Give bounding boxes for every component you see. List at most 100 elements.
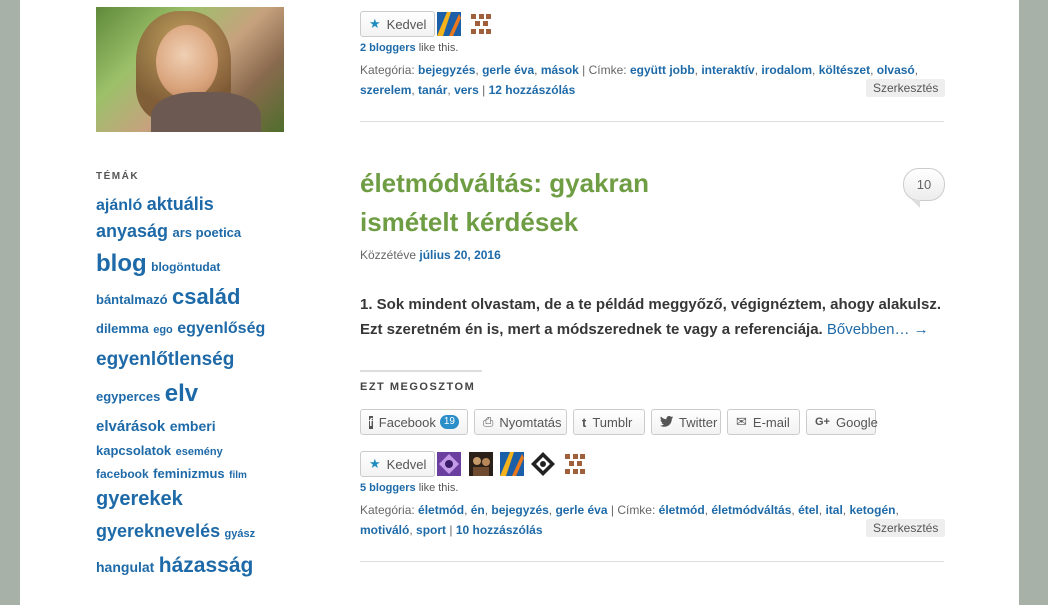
tag-link[interactable]: tanár (418, 83, 447, 97)
share-twitter-button[interactable]: Twitter (651, 409, 721, 435)
category-link[interactable]: gerle éva (555, 503, 607, 517)
tag-link[interactable]: vers (454, 83, 479, 97)
tag-cloud-line: ajánló aktuális (96, 192, 296, 216)
comments-link[interactable]: 12 hozzászólás (489, 83, 576, 97)
blogger-avatar[interactable] (469, 452, 493, 476)
tag-cloud-link[interactable]: egyperces (96, 389, 160, 404)
tag-cloud-link[interactable]: esemény (176, 446, 223, 458)
comment-count-bubble[interactable]: 10 (903, 168, 945, 208)
tag-cloud-link[interactable]: egyenlőtlenség (96, 349, 234, 370)
post-date: Közzétéve július 20, 2016 (360, 248, 501, 262)
tag-cloud-line: gyereknevelés gyász (96, 514, 296, 549)
tag-link[interactable]: olvasó (877, 63, 915, 77)
tumblr-icon: t (582, 414, 587, 430)
share-google-button[interactable]: G+ Google (806, 409, 878, 435)
tag-cloud-link[interactable]: gyász (225, 528, 256, 540)
tag-cloud-line: dilemma ego egyenlőség (96, 313, 296, 344)
tag-cloud-link[interactable]: dilemma (96, 321, 149, 336)
tag-cloud-link[interactable]: hangulat (96, 559, 154, 575)
tag-link[interactable]: szerelem (360, 83, 411, 97)
blogger-avatar[interactable] (469, 12, 493, 36)
tag-cloud-line: bántalmazó család (96, 280, 296, 313)
tag-cloud-link[interactable]: emberi (170, 418, 216, 434)
tag-cloud-line: kapcsolatok esemény (96, 439, 296, 462)
tag-cloud-link[interactable]: film (229, 470, 247, 481)
blogger-avatar[interactable] (500, 452, 524, 476)
share-count-badge: 19 (439, 415, 459, 429)
date-link[interactable]: július 20, 2016 (419, 248, 500, 262)
category-link[interactable]: bejegyzés (491, 503, 548, 517)
tag-link[interactable]: együtt jobb (630, 63, 695, 77)
tag-cloud-link[interactable]: blogöntudat (151, 260, 220, 274)
like-button[interactable]: ★ Kedvel (360, 451, 436, 477)
tag-link[interactable]: étel (798, 503, 819, 517)
tag-cloud-line: anyaság ars poetica (96, 216, 296, 247)
facebook-icon: f (369, 415, 373, 429)
google-plus-icon: G+ (815, 416, 830, 428)
star-icon: ★ (369, 16, 381, 31)
divider (360, 121, 944, 122)
like-button[interactable]: ★ Kedvel (360, 11, 436, 37)
tag-cloud-link[interactable]: házasság (159, 554, 254, 577)
post-title[interactable]: életmódváltás: gyakran ismételt kérdések (360, 164, 720, 242)
blogger-avatar[interactable] (437, 12, 461, 36)
tag-link[interactable]: irodalom (761, 63, 812, 77)
tag-cloud-link[interactable]: blog (96, 250, 147, 277)
category-link[interactable]: életmód (418, 503, 464, 517)
category-link[interactable]: mások (541, 63, 579, 77)
tag-link[interactable]: sport (416, 523, 446, 537)
tag-cloud-link[interactable]: ars poetica (173, 225, 242, 240)
tag-cloud-line: facebook feminizmus film (96, 462, 296, 485)
post-meta: Kategória: bejegyzés, gerle éva, mások |… (360, 63, 919, 97)
tag-cloud-line: elvárások emberi (96, 413, 296, 439)
tag-cloud-link[interactable]: egyenlőség (177, 320, 265, 337)
edit-button[interactable]: Szerkesztés (866, 519, 946, 537)
themes-title: TÉMÁK (96, 171, 140, 182)
share-divider (360, 370, 482, 372)
share-tumblr-button[interactable]: t Tumblr (573, 409, 645, 435)
tag-cloud: ajánló aktuális anyaság ars poetica blog b… (96, 192, 296, 582)
divider (360, 561, 944, 562)
tag-cloud-link[interactable]: gyerekek (96, 488, 183, 510)
tag-link[interactable]: motiváló (360, 523, 409, 537)
tag-cloud-link[interactable]: bántalmazó (96, 292, 168, 307)
tag-cloud-line: hangulat házasság (96, 549, 296, 582)
tag-cloud-line: egyperces elv (96, 375, 296, 413)
share-print-button[interactable]: ⎙ Nyomtatás (474, 409, 567, 435)
comments-link[interactable]: 10 hozzászólás (456, 523, 543, 537)
author-photo (96, 7, 284, 132)
tag-cloud-line: gyerekek (96, 485, 296, 514)
bloggers-link[interactable]: 5 bloggers (360, 482, 416, 494)
read-more-link[interactable]: Bővebben… → (827, 321, 929, 338)
tag-cloud-link[interactable]: ajánló (96, 197, 142, 214)
blogger-avatar[interactable] (563, 452, 587, 476)
tag-cloud-link[interactable]: gyereknevelés (96, 521, 220, 541)
likes-summary: 5 bloggers like this. (360, 482, 459, 494)
tag-cloud-link[interactable]: facebook (96, 467, 149, 481)
tag-link[interactable]: ital (825, 503, 842, 517)
share-email-button[interactable]: ✉ E-mail (727, 409, 800, 435)
category-link[interactable]: gerle éva (482, 63, 534, 77)
blogger-avatar[interactable] (531, 452, 555, 476)
tag-cloud-link[interactable]: kapcsolatok (96, 443, 171, 458)
edit-button[interactable]: Szerkesztés (866, 79, 946, 97)
tag-cloud-link[interactable]: elv (165, 380, 198, 407)
tag-link[interactable]: interaktív (701, 63, 754, 77)
bloggers-link[interactable]: 2 bloggers (360, 42, 416, 54)
category-link[interactable]: én (471, 503, 485, 517)
tag-cloud-link[interactable]: anyaság (96, 221, 168, 241)
tag-cloud-link[interactable]: ego (153, 324, 173, 336)
tag-cloud-link[interactable]: család (172, 284, 241, 309)
category-link[interactable]: bejegyzés (418, 63, 475, 77)
blogger-avatar[interactable] (437, 452, 461, 476)
tag-cloud-link[interactable]: feminizmus (153, 466, 225, 481)
tag-cloud-link[interactable]: elvárások (96, 418, 165, 435)
tag-cloud-line: blog blogöntudat (96, 247, 296, 280)
tag-link[interactable]: költészet (819, 63, 870, 77)
tag-link[interactable]: ketogén (849, 503, 895, 517)
tag-cloud-line: egyenlőtlenség (96, 344, 296, 375)
tag-link[interactable]: életmódváltás (711, 503, 791, 517)
share-facebook-button[interactable]: f Facebook 19 (360, 409, 468, 435)
tag-cloud-link[interactable]: aktuális (147, 194, 214, 214)
tag-link[interactable]: életmód (659, 503, 705, 517)
